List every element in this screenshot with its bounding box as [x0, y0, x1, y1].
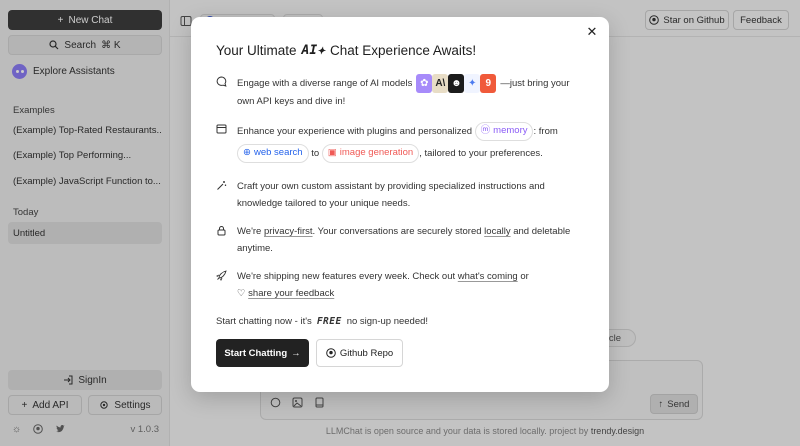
feature-models: Engage with a diverse range of AI models… [216, 74, 586, 110]
title-before: Your Ultimate [216, 43, 297, 58]
welcome-modal: ✕ Your Ultimate AI✦ Chat Experience Awai… [191, 17, 609, 392]
anthropic-logo-icon: A\ [432, 74, 449, 93]
sparkle-icon: ✦ [317, 43, 326, 58]
github-icon [326, 348, 336, 358]
locally-link[interactable]: locally [484, 226, 510, 237]
start-a: Start chatting now - it's [216, 316, 312, 327]
privacy-first-link[interactable]: privacy-first [264, 226, 313, 237]
start-chatting-button[interactable]: Start Chatting → [216, 339, 309, 367]
calendar-icon [216, 121, 228, 165]
start-line: Start chatting now - it's FREE no sign-u… [216, 316, 428, 327]
start-btn-label: Start Chatting [224, 347, 288, 359]
f2-after: , tailored to your preferences. [419, 148, 543, 159]
start-b: no sign-up needed! [346, 316, 429, 327]
repo-btn-label: Github Repo [339, 347, 394, 359]
magic-wand-icon [216, 178, 228, 212]
globe-icon: ⊕ [243, 147, 251, 159]
feature-plugins: Enhance your experience with plugins and… [216, 121, 586, 165]
f4-b: . Your conversations are securely stored [312, 226, 482, 237]
heart-icon: ♡ [237, 288, 246, 299]
web-search-chip: ⊕ web search [237, 143, 309, 163]
openai-logo-icon: ✿ [416, 74, 433, 93]
modal-title: Your Ultimate AI✦ Chat Experience Awaits… [216, 43, 476, 58]
feature-privacy: We're privacy-first. Your conversations … [216, 223, 586, 257]
free-badge: FREE [316, 316, 342, 327]
feature-roadmap: We're shipping new features every week. … [215, 268, 586, 302]
f1-text: Engage with a diverse range of AI models [237, 78, 413, 90]
f5-a: We're shipping new features every week. … [237, 271, 456, 282]
whats-coming-link[interactable]: what's coming [458, 271, 518, 282]
memory-chip: ⓜ memory [474, 121, 534, 141]
ai-mark: AI✦ [301, 43, 326, 58]
f5-b: or [520, 271, 529, 282]
gemini-logo-icon: ✦ [464, 74, 481, 93]
title-after: Chat Experience Awaits! [330, 43, 477, 58]
image-generation-chip: ▣ image generation [321, 143, 420, 163]
model-logo-9: 9 [480, 74, 497, 93]
feature-assistant: Craft your own custom assistant by provi… [216, 178, 586, 212]
f3-text: Craft your own custom assistant by provi… [237, 181, 545, 209]
memory-icon: ⓜ [480, 125, 491, 137]
image-icon: ▣ [327, 147, 337, 159]
f4-a: We're [237, 226, 262, 237]
share-feedback-link[interactable]: share your feedback [248, 288, 334, 299]
chat-bubble-icon [216, 74, 228, 110]
github-repo-button[interactable]: Github Repo [316, 339, 403, 367]
f2-to: to [311, 148, 320, 159]
f2-from: : from [533, 126, 558, 137]
rocket-icon [215, 268, 228, 302]
model-logos: ✿ A\ ☻ ✦ 9 [416, 74, 497, 93]
close-icon[interactable]: ✕ [585, 25, 599, 39]
ollama-logo-icon: ☻ [448, 74, 465, 93]
arrow-right-icon: → [291, 347, 301, 359]
lock-icon [216, 223, 228, 257]
f2-text: Enhance your experience with plugins and… [237, 126, 473, 137]
